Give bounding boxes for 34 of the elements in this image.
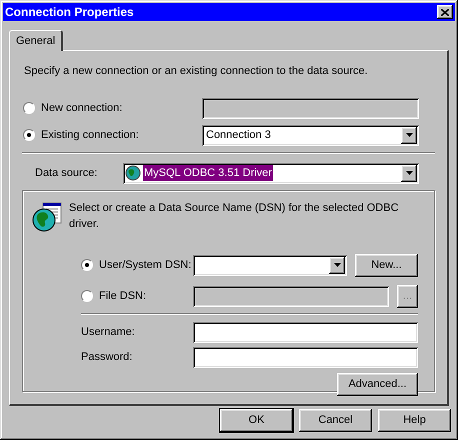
radio-label: File DSN: [99,288,146,304]
radio-label: Existing connection: [41,128,139,143]
dropdown-arrow-button[interactable] [401,164,417,182]
window-title: Connection Properties [5,4,134,21]
new-button[interactable]: New... [355,254,418,276]
globe-icon [125,165,141,181]
data-source-label: Data source: [34,166,98,181]
dsn-hint-text: Select or create a Data Source Name (DSN) for the selected ODBC driver. [69,200,400,232]
radio-label: User/System DSN: [99,258,192,273]
tab[interactable]: General [9,30,64,51]
dialog-button[interactable]: Help [378,409,451,432]
intro-text: Specify a new connection or an existing connection to the data source. [23,64,369,79]
dialog-button[interactable]: OK [220,409,293,432]
dropdown-arrow-button[interactable] [401,126,417,144]
globe-with-window-icon [31,200,63,232]
radio-button[interactable] [81,259,93,271]
data-source-value: MySQL ODBC 3.51 Driver [143,164,273,182]
input-field[interactable] [193,322,418,342]
dialog-button[interactable]: Cancel [299,409,372,432]
caret-icon [406,171,412,175]
dropdown-arrow-button[interactable] [329,256,345,274]
field-label: Password: [81,350,134,365]
radio-button[interactable] [23,129,35,141]
close-icon [441,8,449,16]
field-label: Username: [81,324,136,340]
radio-label: New connection: [41,100,122,116]
data-source-dropdown[interactable]: MySQL ODBC 3.51 Driver [123,162,419,184]
close-button[interactable] [437,5,453,19]
input-field[interactable] [193,346,418,368]
dropdown-field[interactable]: Connection 3 [202,124,419,146]
dropdown-field[interactable] [193,254,347,276]
caret-icon [406,133,412,137]
advanced-button[interactable]: Advanced... [337,372,418,396]
caret-icon [334,263,340,267]
